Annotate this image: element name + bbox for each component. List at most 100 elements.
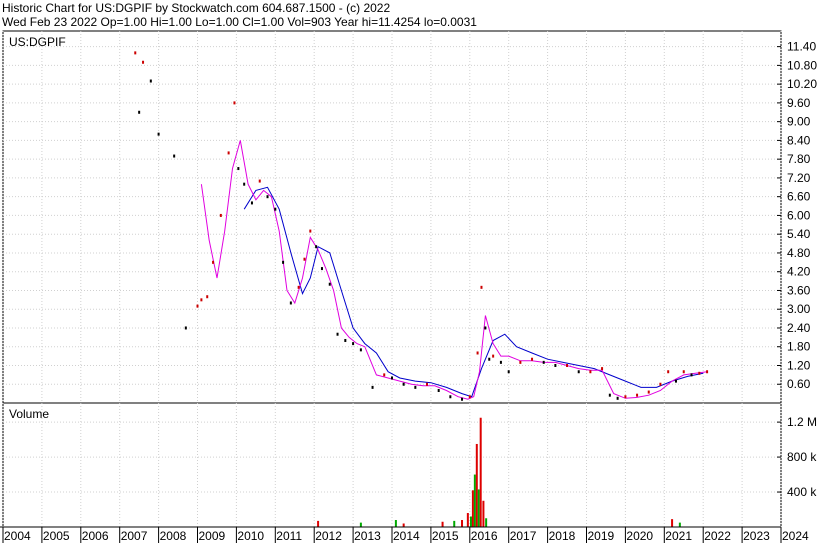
price-point [274,207,277,211]
price-point [282,260,285,264]
price-point [667,370,670,374]
price-point [134,51,137,55]
volume-bar [473,474,476,527]
price-point [344,338,347,342]
price-point [414,385,417,389]
volume-bar [317,520,320,527]
price-point [402,382,405,386]
volume-tick-label: 400 k [787,485,817,499]
price-point [492,354,495,358]
price-point [142,60,145,64]
price-point [383,373,386,377]
volume-bar [482,500,485,527]
price-point [484,326,487,330]
price-point [212,260,215,264]
price-tick-label: 6.00 [787,208,811,222]
volume-tick-label: 1.2 M [787,415,817,429]
volume-panel: 400 k 800 k 1.2 M Volume [2,402,817,528]
x-tick-label: 2004 [4,529,31,543]
price-tick-label: 4.20 [787,265,811,279]
price-tick-label: 3.60 [787,283,811,297]
volume-panel-title: Volume [9,407,49,421]
price-tick-label: 2.40 [787,321,811,335]
x-tick-label: 2019 [588,529,615,543]
price-point [566,363,569,367]
price-point [266,195,269,199]
volume-bar [402,523,405,527]
volume-bar [394,520,397,527]
price-point [391,376,393,380]
price-point [149,79,152,83]
price-tick-label: 4.80 [787,246,811,260]
price-tick-label: 7.80 [787,152,811,166]
price-point [138,110,141,114]
price-point [437,388,440,392]
price-point [601,367,604,371]
volume-bar [479,417,482,527]
price-tick-label: 5.40 [787,227,811,241]
x-tick-label: 2015 [432,529,459,543]
price-point [426,382,429,386]
price-point [371,385,374,389]
price-point [250,201,253,205]
price-point [233,101,236,105]
x-tick-label: 2008 [160,529,187,543]
price-point [157,132,160,136]
x-tick-label: 2024 [782,529,809,543]
price-point [449,395,452,399]
price-point [227,151,230,155]
volume-bar [461,520,464,527]
x-tick-label: 2020 [626,529,653,543]
price-point [616,396,619,400]
x-tick-label: 2021 [665,529,692,543]
price-point [674,379,677,383]
price-tick-label: 10.20 [787,77,817,91]
price-tick-label: 0.60 [787,377,811,391]
price-point [636,393,639,397]
x-tick-label: 2022 [704,529,731,543]
volume-bar [471,490,474,527]
volume-bar [359,522,362,527]
price-point [196,304,199,308]
volume-bar [466,513,469,527]
price-point [328,282,331,286]
x-tick-label: 2005 [43,529,70,543]
price-panel: 0.60 1.20 1.80 2.40 3.00 3.60 4.20 4.80 5.40 6.00… [2,30,817,404]
price-panel-symbol: US:DGPIF [9,35,66,49]
price-point [476,351,479,355]
x-tick-label: 2006 [82,529,109,543]
price-point [659,382,662,386]
price-point [507,370,510,374]
price-point [624,395,627,399]
price-point [542,360,545,364]
price-tick-label: 9.00 [787,115,811,129]
price-point [173,154,176,158]
price-point [480,285,483,289]
price-point [706,370,709,374]
price-point [289,301,292,305]
volume-bar [477,489,480,527]
price-point [303,257,306,261]
price-point [315,245,318,249]
historic-chart: 0.60 1.20 1.80 2.40 3.00 3.60 4.20 4.80 5.40 6.00… [0,30,817,543]
x-tick-label: 2018 [549,529,576,543]
price-point [647,390,650,394]
price-tick-label: 8.40 [787,133,811,147]
price-tick-label: 3.00 [787,302,811,316]
price-point [206,295,209,299]
x-tick-label: 2012 [315,529,342,543]
price-point [577,370,580,374]
price-point [297,285,300,289]
price-point [219,213,222,217]
price-point [682,370,685,374]
price-point [184,326,187,330]
price-tick-label: 6.60 [787,190,811,204]
x-axis: 2004 2005 2006 2007 2008 2009 2010 2011 2012 2013… [0,526,809,543]
x-tick-label: 2016 [471,529,498,543]
volume-y-axis: 400 k 800 k 1.2 M [777,415,817,499]
volume-bar [485,518,488,527]
price-point [336,332,339,336]
price-point [243,182,246,186]
price-point [499,360,502,364]
x-tick-label: 2009 [199,529,226,543]
